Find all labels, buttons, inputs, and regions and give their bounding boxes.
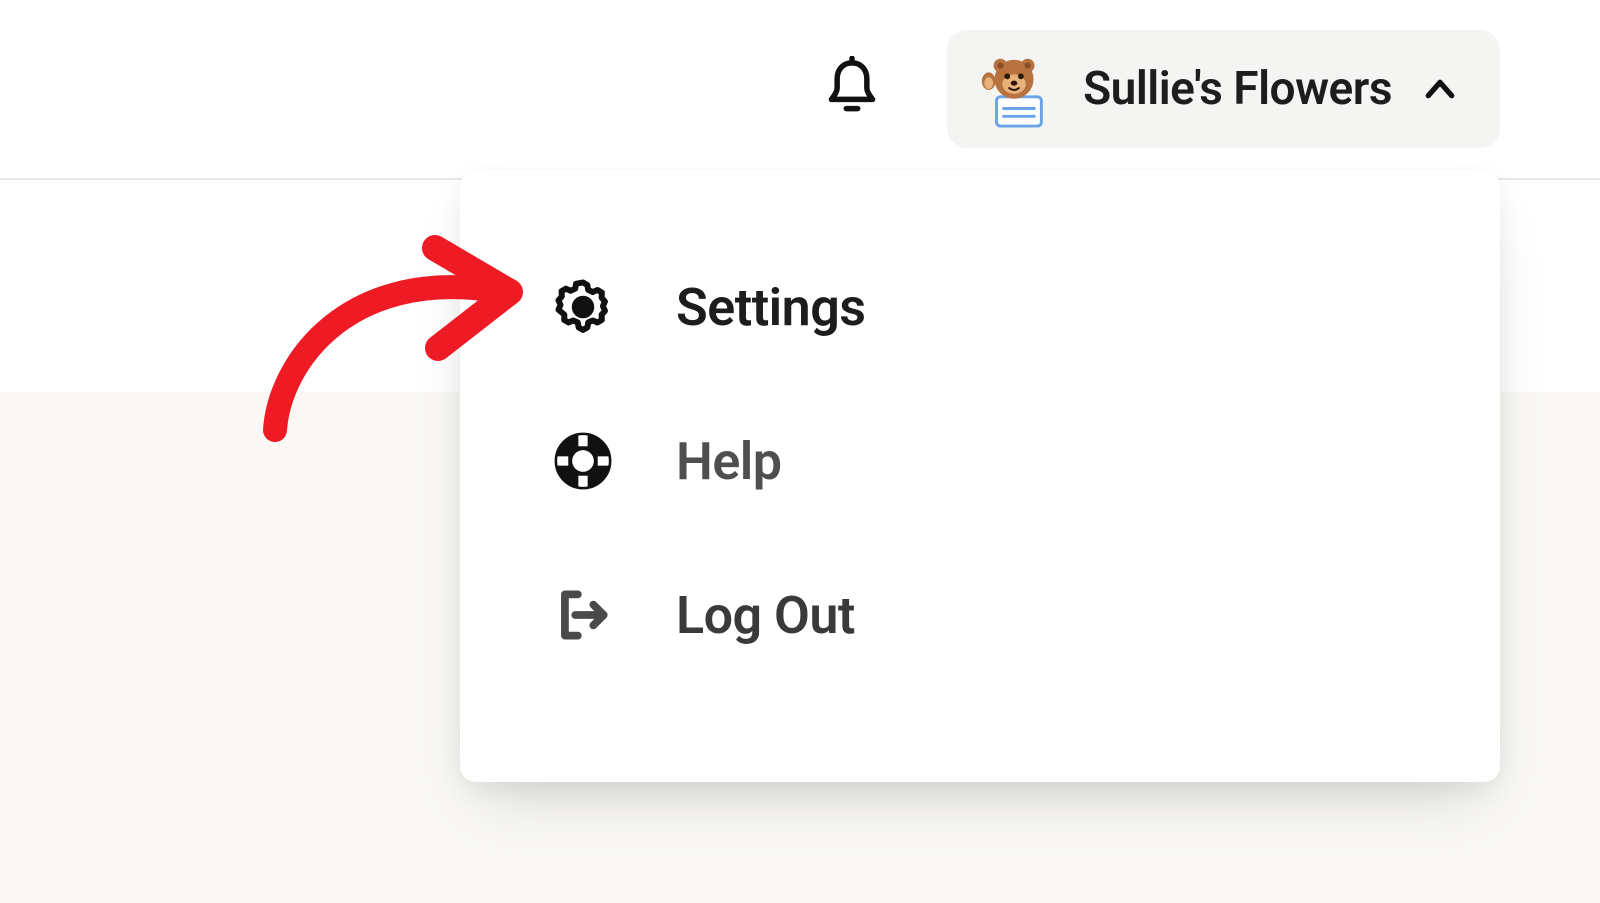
menu-item-help[interactable]: Help: [460, 384, 1500, 538]
account-dropdown: Settings Help Log Out: [460, 170, 1500, 782]
notifications-button[interactable]: [817, 54, 887, 124]
menu-item-label: Settings: [676, 277, 866, 338]
logout-icon: [550, 582, 616, 648]
account-menu-toggle[interactable]: Sullie's Flowers: [947, 30, 1500, 148]
gear-icon: [550, 274, 616, 340]
account-name: Sullie's Flowers: [1083, 62, 1392, 116]
chevron-up-icon: [1420, 69, 1460, 109]
bell-icon: [824, 56, 880, 123]
menu-item-logout[interactable]: Log Out: [460, 538, 1500, 692]
menu-item-label: Help: [676, 431, 782, 492]
menu-item-settings[interactable]: Settings: [460, 230, 1500, 384]
menu-item-label: Log Out: [676, 585, 855, 646]
lifebuoy-icon: [550, 428, 616, 494]
top-bar: Sullie's Flowers: [0, 0, 1600, 180]
avatar: [977, 50, 1055, 128]
